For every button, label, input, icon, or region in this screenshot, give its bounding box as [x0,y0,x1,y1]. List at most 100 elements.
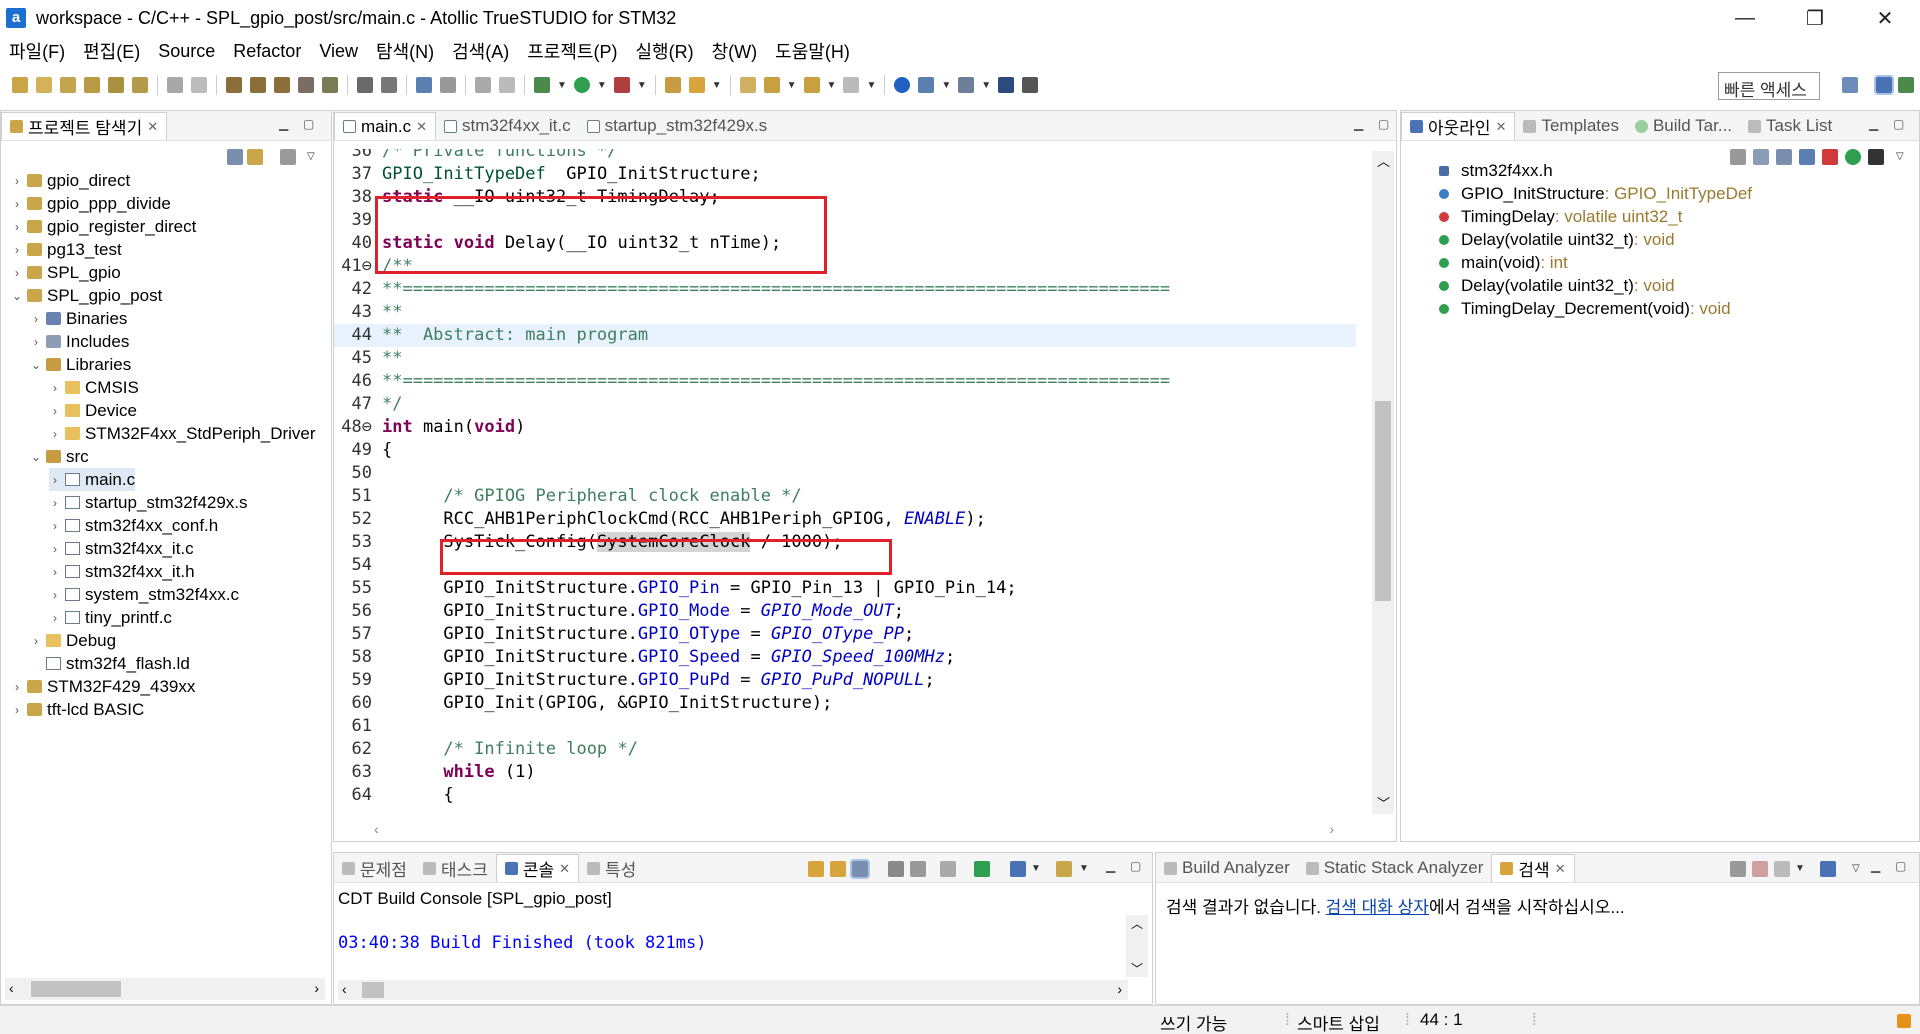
tree-item[interactable]: › stm32f4xx_conf.h [49,514,218,537]
tree-item[interactable]: › Includes [30,330,129,353]
window-icon[interactable] [918,77,935,93]
tree-item[interactable]: ⌄ Libraries [30,353,131,376]
chevron-right-icon[interactable]: › [49,473,61,487]
scroll-up-icon[interactable]: ︿ [1377,151,1390,170]
build-settings-icon[interactable] [322,77,338,93]
chevron-down-icon[interactable]: ▼ [637,80,647,91]
new-template-icon[interactable] [132,77,148,93]
chevron-right-icon[interactable]: › [30,335,42,349]
tree-item[interactable]: › stm32f4xx_it.c [49,537,194,560]
open-perspective-icon[interactable] [1842,77,1858,93]
show-whitespace-icon[interactable] [499,77,515,93]
tree-item[interactable]: › main.c [49,468,136,491]
menu-help[interactable]: 도움말(H) [766,38,859,64]
build-all-icon[interactable] [250,77,266,93]
menu-window[interactable]: 창(W) [703,38,767,64]
expand-icon[interactable] [998,77,1015,93]
menu-refactor[interactable]: Refactor [224,41,310,62]
code-line[interactable]: 52 RCC_AHB1PeriphClockCmd(RCC_AHB1Periph… [334,508,1356,531]
c-cpp-perspective-icon[interactable] [1874,75,1894,95]
scroll-right-icon[interactable]: › [1117,981,1122,997]
hide-nonpublic-icon[interactable] [1845,149,1861,165]
sort-alpha-icon[interactable] [1776,149,1792,165]
tab-startup-s[interactable]: startup_stm32f429x.s [579,112,776,140]
prev-annotation-icon[interactable] [830,861,846,877]
tree-item[interactable]: › Debug [30,629,116,652]
last-edit-icon[interactable] [739,77,756,93]
restore-button[interactable]: ❐ [1780,0,1850,36]
display-console-icon[interactable] [974,861,990,877]
save-all-icon[interactable] [191,77,207,93]
outline-item[interactable]: Delay(volatile uint32_t) : void [1439,274,1675,298]
minimize-icon[interactable]: ▁ [1871,859,1880,873]
close-icon[interactable]: ✕ [559,861,570,877]
back-icon[interactable] [803,77,820,93]
menu-run[interactable]: 실행(R) [626,38,702,64]
scroll-right-icon[interactable]: › [314,980,319,996]
close-icon[interactable]: ✕ [147,119,158,135]
chevron-down-icon[interactable]: ▼ [787,80,797,91]
code-line[interactable]: 48⊖ int main(void) [334,416,1356,439]
build-icon[interactable] [226,77,242,93]
chevron-down-icon[interactable]: ▼ [1795,863,1805,874]
scroll-left-icon[interactable]: ‹ [374,821,379,837]
menu-file[interactable]: 파일(F) [0,38,74,64]
chevron-right-icon[interactable]: › [11,266,23,280]
outline-item[interactable]: Delay(volatile uint32_t) : void [1439,228,1675,252]
quick-access-input[interactable]: 빠른 액세스 [1718,72,1820,100]
console-vscrollbar[interactable]: ︿ ﹀ [1126,915,1148,977]
chevron-right-icon[interactable]: › [49,381,61,395]
chevron-right-icon[interactable]: › [49,496,61,510]
table-icon[interactable] [958,77,975,93]
chevron-down-icon[interactable]: ▼ [557,80,567,91]
new-header-icon[interactable] [60,77,76,93]
chevron-right-icon[interactable]: › [11,680,23,694]
back-arrow-icon[interactable] [763,77,780,93]
tab-stm32f4xx-it-c[interactable]: stm32f4xx_it.c [436,112,579,140]
code-line[interactable]: 45 ** [334,347,1356,370]
outline-item[interactable]: main(void) : int [1439,251,1568,275]
chevron-right-icon[interactable]: › [11,243,23,257]
view-menu-icon[interactable]: ▽ [1896,151,1904,162]
search-dialog-link[interactable]: 검색 대화 상자 [1326,898,1429,917]
editor-hscrollbar[interactable]: ‹ › [374,821,1334,839]
minimize-icon[interactable]: ▁ [1106,859,1115,873]
chevron-right-icon[interactable]: › [11,220,23,234]
chevron-right-icon[interactable]: › [49,404,61,418]
tree-item[interactable]: › system_stm32f4xx.c [49,583,239,606]
menu-source[interactable]: Source [149,41,224,62]
tree-item[interactable]: › tft-lcd BASIC [11,698,144,721]
pin-console-icon[interactable] [888,861,904,877]
open-console-icon[interactable] [1010,861,1026,877]
filter-icon[interactable] [280,149,296,165]
view-menu-icon[interactable]: ▽ [1852,863,1860,874]
chevron-right-icon[interactable]: › [11,703,23,717]
tree-item[interactable]: stm32f4_flash.ld [30,652,190,675]
menu-edit[interactable]: 편집(E) [74,38,149,64]
tree-item[interactable]: › STM32F4xx_StdPeriph_Driver [49,422,316,445]
run-icon[interactable] [573,77,590,93]
code-line[interactable]: 64 { [334,784,1356,807]
tree-item[interactable]: › startup_stm32f429x.s [49,491,248,514]
chevron-right-icon[interactable]: › [30,312,42,326]
toggle-mark-icon[interactable] [440,77,456,93]
menu-project[interactable]: 프로젝트(P) [518,38,626,64]
tree-item[interactable]: ⌄ src [30,445,89,468]
tab-tasks[interactable]: 태스크 [415,854,496,882]
maximize-icon[interactable]: ▢ [1378,117,1389,131]
tab-static-stack-analyzer[interactable]: Static Stack Analyzer [1298,854,1492,882]
outline-item[interactable]: TimingDelay_Decrement(void) : void [1439,297,1731,321]
tab-problems[interactable]: 문제점 [334,854,415,882]
save-icon[interactable] [167,77,183,93]
link-editor-icon[interactable] [247,149,263,165]
close-button[interactable]: ✕ [1850,0,1920,36]
chevron-down-icon[interactable]: ▼ [866,80,876,91]
chevron-down-icon[interactable]: ▼ [827,80,837,91]
chevron-right-icon[interactable]: › [49,588,61,602]
rebuild-icon[interactable] [274,77,290,93]
forward-icon[interactable] [843,77,860,93]
export-icon[interactable] [1022,77,1039,93]
new-console-icon[interactable] [1056,861,1072,877]
tree-item[interactable]: › gpio_direct [11,169,130,192]
search-history-icon[interactable] [1774,861,1790,877]
